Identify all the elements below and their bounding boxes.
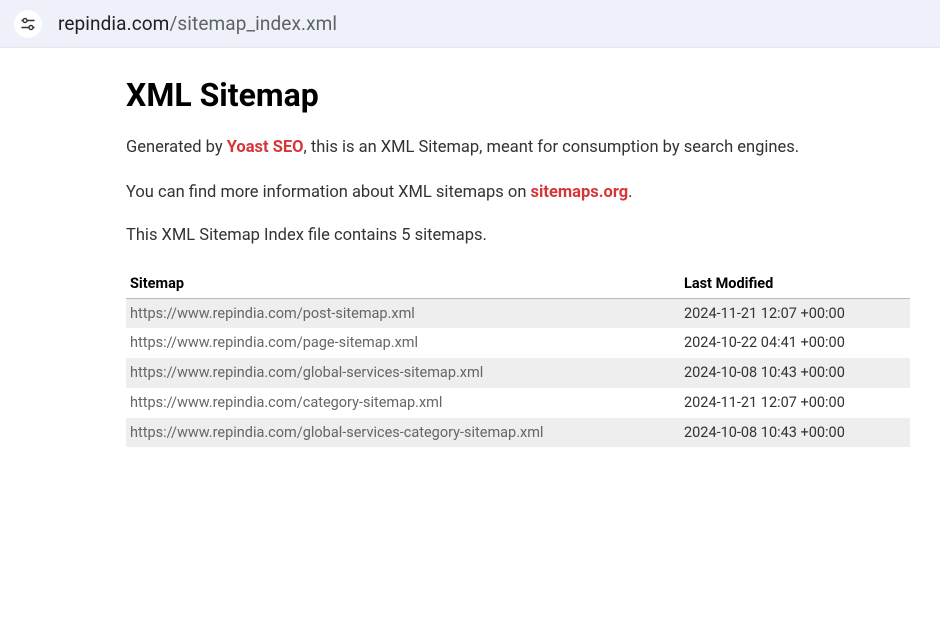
table-header-row: Sitemap Last Modified	[126, 269, 910, 299]
page-title: XML Sitemap	[126, 76, 940, 114]
sitemap-link[interactable]: https://www.repindia.com/page-sitemap.xm…	[130, 334, 418, 351]
table-row: https://www.repindia.com/category-sitema…	[126, 388, 910, 418]
intro-suffix: , this is an XML Sitemap, meant for cons…	[304, 138, 800, 157]
url-bar[interactable]: repindia.com/sitemap_index.xml	[0, 0, 940, 48]
site-settings-icon[interactable]	[14, 10, 42, 38]
sitemap-url-cell: https://www.repindia.com/category-sitema…	[126, 388, 680, 418]
url-path: /sitemap_index.xml	[169, 12, 337, 35]
last-modified-cell: 2024-11-21 12:07 +00:00	[680, 388, 910, 418]
table-row: https://www.repindia.com/global-services…	[126, 418, 910, 448]
sitemap-url-cell: https://www.repindia.com/page-sitemap.xm…	[126, 328, 680, 358]
sitemap-link[interactable]: https://www.repindia.com/post-sitemap.xm…	[130, 305, 415, 322]
page-content: XML Sitemap Generated by Yoast SEO, this…	[0, 48, 940, 447]
sitemap-url-cell: https://www.repindia.com/global-services…	[126, 418, 680, 448]
sitemaps-org-link[interactable]: sitemaps.org	[531, 183, 629, 202]
sitemap-link[interactable]: https://www.repindia.com/global-services…	[130, 424, 543, 441]
more-suffix: .	[628, 183, 632, 202]
table-row: https://www.repindia.com/global-services…	[126, 358, 910, 388]
intro-prefix: Generated by	[126, 138, 227, 157]
url-domain: repindia.com	[58, 12, 169, 35]
sitemap-count-line: This XML Sitemap Index file contains 5 s…	[126, 226, 940, 245]
sitemap-url-cell: https://www.repindia.com/global-services…	[126, 358, 680, 388]
last-modified-cell: 2024-10-08 10:43 +00:00	[680, 358, 910, 388]
header-modified: Last Modified	[680, 269, 910, 299]
sitemap-link[interactable]: https://www.repindia.com/category-sitema…	[130, 394, 442, 411]
tune-icon	[20, 16, 36, 32]
table-row: https://www.repindia.com/page-sitemap.xm…	[126, 328, 910, 358]
intro-line-1: Generated by Yoast SEO, this is an XML S…	[126, 136, 940, 161]
url-text[interactable]: repindia.com/sitemap_index.xml	[58, 12, 337, 35]
last-modified-cell: 2024-10-08 10:43 +00:00	[680, 418, 910, 448]
more-prefix: You can find more information about XML …	[126, 183, 531, 202]
intro-line-2: You can find more information about XML …	[126, 181, 940, 206]
yoast-seo-link[interactable]: Yoast SEO	[227, 138, 304, 157]
last-modified-cell: 2024-10-22 04:41 +00:00	[680, 328, 910, 358]
header-sitemap: Sitemap	[126, 269, 680, 299]
last-modified-cell: 2024-11-21 12:07 +00:00	[680, 298, 910, 328]
sitemap-url-cell: https://www.repindia.com/post-sitemap.xm…	[126, 298, 680, 328]
table-row: https://www.repindia.com/post-sitemap.xm…	[126, 298, 910, 328]
sitemap-link[interactable]: https://www.repindia.com/global-services…	[130, 364, 483, 381]
sitemap-table: Sitemap Last Modified https://www.repind…	[126, 269, 910, 448]
